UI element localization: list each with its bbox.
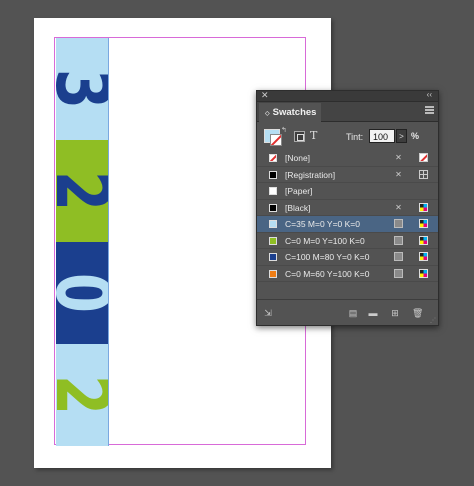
digit-cell[interactable]: 0 (56, 242, 108, 344)
noedit-icon: ✕ (395, 169, 402, 179)
year-strip[interactable]: 3 2 0 2 (56, 38, 108, 446)
swatch-list: [None] ✕ [Registration] ✕ [Paper] [Black] ✕ C=3… (257, 150, 438, 282)
swatch-chip (269, 203, 277, 212)
tint-label: Tint: (346, 132, 364, 142)
swatch-name: C=35 M=0 Y=0 K=0 (285, 219, 360, 229)
swatch-row[interactable]: C=100 M=80 Y=0 K=0 (257, 249, 438, 266)
panel-tabbar: ◇ Swatches (257, 102, 438, 122)
close-icon[interactable]: ✕ (261, 90, 269, 101)
swatch-chip (269, 269, 277, 278)
digit-glyph: 0 (56, 273, 108, 313)
process-icon (394, 219, 403, 228)
tint-slider-button[interactable]: > (396, 129, 407, 143)
tint-input[interactable]: 100 (369, 129, 395, 143)
new-swatch-icon[interactable]: ⊞ (390, 308, 400, 318)
digit-cell[interactable]: 2 (56, 140, 108, 242)
process-cmyk-icon (419, 268, 428, 278)
formatting-container-icon[interactable] (294, 131, 305, 142)
process-icon (394, 252, 403, 261)
digit-glyph: 2 (56, 375, 108, 415)
digit-glyph: 3 (56, 69, 108, 109)
tint-unit: % (411, 131, 420, 141)
swatch-chip (269, 236, 277, 245)
swatch-name: [None] (285, 153, 311, 163)
swatch-row[interactable]: C=35 M=0 Y=0 K=0 (257, 216, 438, 233)
process-icon (394, 235, 403, 245)
swatch-name: C=0 M=60 Y=100 K=0 (285, 268, 370, 279)
swatch-chip (269, 170, 277, 179)
swatch-row[interactable]: C=0 M=0 Y=100 K=0 (257, 233, 438, 249)
process-cmyk-icon (419, 219, 428, 228)
noedit-icon: ✕ (395, 202, 402, 212)
process-cmyk-icon (419, 252, 428, 261)
swatch-name: C=100 M=80 Y=0 K=0 (285, 252, 370, 262)
swatch-row[interactable]: C=0 M=60 Y=100 K=0 (257, 266, 438, 282)
digit-glyph: 2 (56, 171, 108, 211)
digit-cell[interactable]: 3 (56, 38, 108, 140)
swatch-row[interactable]: [Black] ✕ (257, 200, 438, 216)
swatch-chip (269, 187, 277, 195)
resize-grip-icon[interactable]: ⋰ (430, 317, 436, 324)
show-swatches-icon[interactable]: ⇲ (263, 308, 273, 318)
process-cmyk-icon (419, 202, 428, 212)
panel-menu-icon[interactable] (425, 106, 434, 114)
tab-label: Swatches (272, 107, 317, 118)
formatting-text-icon[interactable]: T (310, 129, 317, 142)
swatch-name: [Black] (285, 202, 311, 213)
swap-fill-stroke-icon[interactable]: ↰ (281, 126, 287, 134)
panel-titlebar[interactable]: ✕ ‹‹ (257, 90, 438, 102)
swatch-name: C=0 M=0 Y=100 K=0 (285, 235, 365, 246)
delete-swatch-icon[interactable]: 🗑 (412, 308, 423, 318)
none-swatch-icon (419, 153, 428, 162)
frame-edge-guide (108, 38, 109, 446)
panel-footer: ⇲ ▤ ▬ ⊞ 🗑 ⋰ (257, 299, 438, 325)
swatch-name: [Paper] (285, 186, 313, 196)
tab-swatches[interactable]: ◇ Swatches (259, 103, 321, 122)
swatches-panel: ✕ ‹‹ ◇ Swatches ↰ T Tint: 100 > % [None] ✕… (256, 90, 439, 326)
cc-libraries-icon[interactable]: ▤ (348, 308, 358, 318)
new-group-icon[interactable]: ▬ (368, 308, 378, 318)
swatch-chip (269, 253, 277, 261)
swatch-chip (269, 154, 277, 162)
process-icon (394, 268, 403, 278)
collapse-icon[interactable]: ‹‹ (427, 90, 432, 99)
stroke-swatch[interactable] (270, 134, 282, 146)
registration-icon (419, 169, 428, 179)
process-cmyk-icon (419, 235, 428, 245)
swatch-controls: ↰ T Tint: 100 > % (257, 122, 438, 150)
swatch-chip (269, 220, 277, 228)
tab-arrow-icon: ◇ (265, 111, 270, 117)
noedit-icon: ✕ (395, 153, 402, 162)
swatch-row[interactable]: [Registration] ✕ (257, 167, 438, 183)
digit-cell[interactable]: 2 (56, 344, 108, 446)
swatch-name: [Registration] (285, 169, 336, 180)
swatch-row[interactable]: [Paper] (257, 183, 438, 200)
swatch-row[interactable]: [None] ✕ (257, 150, 438, 167)
